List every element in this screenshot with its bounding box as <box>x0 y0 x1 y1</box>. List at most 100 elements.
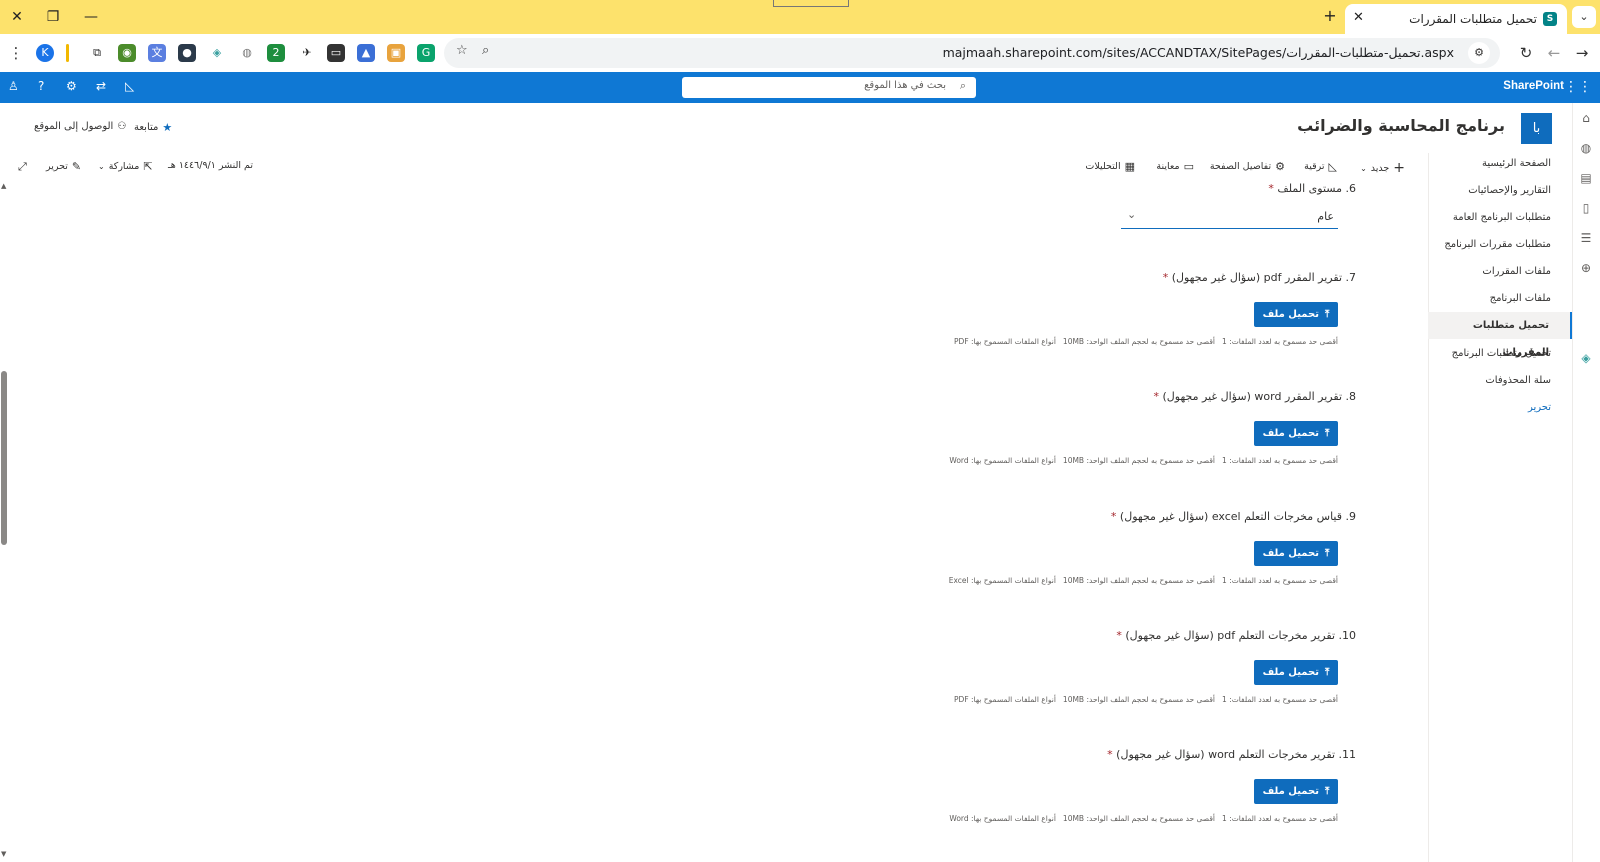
page-details-label: تفاصيل الصفحة <box>1209 161 1272 172</box>
sharepoint-brand[interactable]: SharePoint <box>1503 80 1564 92</box>
document-icon[interactable]: ▯ <box>1578 201 1594 217</box>
chart-icon: ▦ <box>1124 160 1135 173</box>
url-text[interactable]: majmaah.sharepoint.com/sites/ACCANDTAX/S… <box>943 45 1454 60</box>
expand-icon[interactable]: ⤢ <box>18 160 27 174</box>
site-search-box[interactable]: ⌕ بحث في هذا الموقع <box>682 77 976 98</box>
create-plus-icon[interactable]: ⊕ <box>1578 261 1594 277</box>
site-access-button[interactable]: الوصول إلى الموقع ⚇ <box>34 121 126 132</box>
toolbar-divider <box>66 44 69 62</box>
nav-item-course-requirements[interactable]: متطلبات مقررات البرنامج <box>1428 231 1572 258</box>
file-restrictions: أقصى حد مسموح به لعدد الملفات: 1أقصى حد … <box>954 695 1338 704</box>
site-title[interactable]: برنامج المحاسبة والضرائب <box>1297 116 1505 135</box>
nav-item-upload-course-requirements[interactable]: تحميل متطلبات المقررات <box>1428 312 1572 358</box>
globe-icon[interactable]: ◍ <box>1578 141 1594 157</box>
file-restrictions: أقصى حد مسموح به لعدد الملفات: 1أقصى حد … <box>949 456 1338 465</box>
nav-item-general-requirements[interactable]: متطلبات البرنامج العامة <box>1428 204 1572 231</box>
chevron-down-icon: ⌄ <box>98 162 105 171</box>
follow-button[interactable]: متابعة ★ <box>134 121 172 134</box>
zoom-icon[interactable]: ⌕ <box>482 43 489 58</box>
people-icon: ⚇ <box>117 121 127 132</box>
file-restrictions: أقصى حد مسموح به لعدد الملفات: 1أقصى حد … <box>948 576 1338 585</box>
bookmark-star-icon[interactable]: ☆ <box>456 43 468 58</box>
upload-file-button[interactable]: ⤒ تحميل ملف <box>1254 541 1338 566</box>
tasks-extension-icon[interactable]: 2 <box>267 44 285 62</box>
browser-menu-icon[interactable]: ⋮ <box>4 41 28 65</box>
upload-file-button[interactable]: ⤒ تحميل ملف <box>1254 302 1338 327</box>
extensions-puzzle-icon[interactable]: ⧉ <box>88 44 106 62</box>
file-restrictions: أقصى حد مسموح به لعدد الملفات: 1أقصى حد … <box>954 337 1338 346</box>
site-logo[interactable]: با <box>1521 113 1552 144</box>
settings-gear-icon[interactable]: ⚙ <box>66 79 77 93</box>
browser-tab[interactable]: S تحميل متطلبات المقررات ✕ <box>1345 4 1567 34</box>
share-app-icon[interactable]: ⇄ <box>96 79 106 93</box>
quick-launch-nav: الصفحة الرئيسية التقارير والإحصائيات متط… <box>1428 153 1572 862</box>
close-window-icon[interactable]: ✕ <box>2 5 32 29</box>
share-label: مشاركة <box>108 161 140 172</box>
profile-avatar[interactable]: K <box>36 44 54 62</box>
plane-extension-icon[interactable]: ✈ <box>298 44 316 62</box>
site-info-icon[interactable]: ⚙ <box>1468 42 1490 64</box>
follow-label: متابعة <box>134 122 159 133</box>
upload-icon: ⤒ <box>1324 548 1330 559</box>
tab-title: تحميل متطلبات المقررات <box>1409 12 1537 26</box>
tab-search-chevron-icon[interactable]: ⌄ <box>1572 6 1596 28</box>
share-icon: ⇱ <box>143 160 153 173</box>
upload-icon: ⤒ <box>1324 786 1330 797</box>
news-icon[interactable]: ▤ <box>1578 171 1594 187</box>
window-grip[interactable] <box>773 0 849 7</box>
scroll-up-arrow-icon[interactable]: ▲ <box>1 182 6 190</box>
forward-arrow-icon[interactable]: ← <box>1542 41 1566 65</box>
edit-command[interactable]: تحرير ✎ <box>46 160 81 173</box>
vertical-scrollbar[interactable]: ▲ ▼ <box>0 180 8 862</box>
vpn-extension-icon[interactable]: ● <box>178 44 196 62</box>
grammarly-extension-icon[interactable]: G <box>417 44 435 62</box>
app-launcher-icon[interactable]: ⋮⋮ <box>1564 79 1592 95</box>
copilot-icon[interactable]: ◈ <box>1578 351 1594 367</box>
share-command[interactable]: ⌄ مشاركة ⇱ <box>98 160 153 173</box>
star-icon: ★ <box>162 121 173 134</box>
megaphone-icon[interactable]: ◺ <box>125 79 134 93</box>
home-icon[interactable]: ⌂ <box>1578 111 1594 127</box>
search-placeholder: بحث في هذا الموقع <box>864 80 946 91</box>
back-arrow-icon[interactable]: → <box>1570 41 1594 65</box>
graduation-extension-icon[interactable]: ▲ <box>357 44 375 62</box>
scrollbar-thumb[interactable] <box>1 371 7 545</box>
nav-item-course-files[interactable]: ملفات المقررات <box>1428 258 1572 285</box>
translate-extension-icon[interactable]: 文 <box>148 44 166 62</box>
nav-edit-link[interactable]: تحرير <box>1428 394 1572 421</box>
upload-file-button[interactable]: ⤒ تحميل ملف <box>1254 421 1338 446</box>
chevron-down-icon: ⌄ <box>1360 163 1367 173</box>
nav-item-home[interactable]: الصفحة الرئيسية <box>1428 150 1572 177</box>
keyboard-extension-icon[interactable]: ▭ <box>327 44 345 62</box>
nav-item-upload-program-requirements[interactable]: تحميل متطلبات البرنامج <box>1428 340 1572 367</box>
nav-item-recycle-bin[interactable]: سلة المحذوفات <box>1428 367 1572 394</box>
promote-label: ترقية <box>1304 161 1325 172</box>
q6-label: 6. مستوى الملف * <box>1268 182 1356 195</box>
new-command[interactable]: ⌄ جديد + <box>1360 160 1405 176</box>
page-details-command[interactable]: تفاصيل الصفحة ⚙ <box>1210 160 1285 173</box>
help-icon[interactable]: ? <box>38 79 44 93</box>
restore-window-icon[interactable]: ❐ <box>38 5 68 29</box>
plus-icon: + <box>1393 160 1405 176</box>
globe-extension-icon[interactable]: ◍ <box>238 44 256 62</box>
upload-file-button[interactable]: ⤒ تحميل ملف <box>1254 660 1338 685</box>
close-tab-icon[interactable]: ✕ <box>1353 10 1364 25</box>
preview-command[interactable]: معاينة ▭ <box>1156 160 1194 173</box>
earth-extension-icon[interactable]: ◉ <box>118 44 136 62</box>
minimize-window-icon[interactable]: — <box>76 5 106 29</box>
scroll-down-arrow-icon[interactable]: ▼ <box>1 850 6 858</box>
copilot-extension-icon[interactable]: ◈ <box>208 44 226 62</box>
account-icon[interactable]: ♙ <box>8 79 19 93</box>
new-tab-button[interactable]: + <box>1318 5 1342 29</box>
nav-item-reports[interactable]: التقارير والإحصائيات <box>1428 177 1572 204</box>
file-level-dropdown[interactable]: عام ⌄ <box>1121 205 1338 229</box>
promote-command[interactable]: ترقية ◺ <box>1304 160 1337 173</box>
upload-file-button[interactable]: ⤒ تحميل ملف <box>1254 779 1338 804</box>
image-extension-icon[interactable]: ▣ <box>387 44 405 62</box>
nav-item-program-files[interactable]: ملفات البرنامج <box>1428 285 1572 312</box>
reload-icon[interactable]: ↻ <box>1514 41 1538 65</box>
preview-label: معاينة <box>1156 161 1180 172</box>
lists-icon[interactable]: ☰ <box>1578 231 1594 247</box>
analytics-command[interactable]: التحليلات ▦ <box>1085 160 1135 173</box>
address-bar[interactable]: ⚙ majmaah.sharepoint.com/sites/ACCANDTAX… <box>444 38 1500 68</box>
